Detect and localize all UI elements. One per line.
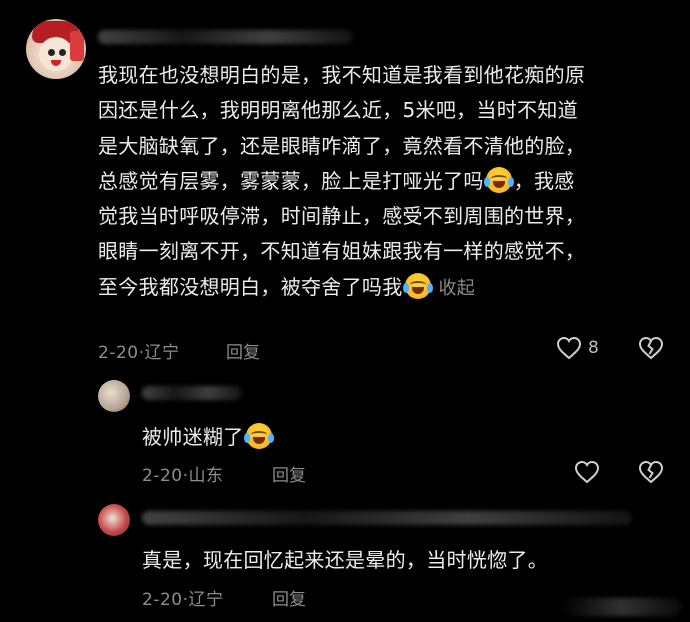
reply-name-blurred[interactable]: [142, 386, 242, 400]
reply-button[interactable]: 回复: [272, 461, 306, 486]
reply-text: 真是，现在回忆起来还是晕的，当时恍惚了。: [142, 548, 548, 572]
comment-line: 至今我都没想明白，被夺舍了吗我 收起: [98, 270, 668, 306]
comment-line: 是大脑缺氧了，还是眼睛咋滴了，竟然看不清他的脸，: [98, 133, 586, 158]
comment-segment: 总感觉有层雾，雾蒙蒙，脸上是打哑光了吗: [98, 168, 484, 193]
avatar-badge: [70, 31, 84, 61]
comment-line: 总感觉有层雾，雾蒙蒙，脸上是打哑光了吗 ，我感: [98, 164, 668, 199]
comment-segment: ，我感: [513, 168, 575, 193]
reply-button[interactable]: 回复: [272, 585, 306, 610]
comment-line: 觉我当时呼吸停滞，时间静止，感受不到周围的世界，: [98, 204, 586, 229]
like-count: 8: [588, 338, 599, 358]
watermark: [562, 598, 682, 616]
crying-laughing-emoji-icon: [483, 166, 514, 193]
broken-heart-icon[interactable]: [638, 460, 664, 484]
reply-name-blurred[interactable]: [142, 511, 632, 525]
reply-avatar[interactable]: [98, 504, 130, 536]
commenter-name-blurred[interactable]: [98, 30, 353, 44]
crying-laughing-emoji-icon: [243, 423, 274, 449]
collapse-button[interactable]: 收起: [439, 278, 476, 299]
avatar-eye: [48, 49, 55, 56]
comment-line: 眼睛一刻离不开，不知道有姐妹跟我有一样的感觉不，: [98, 239, 586, 264]
crying-laughing-emoji-icon: [402, 272, 433, 299]
reply-date-location: 2-20·山东: [142, 466, 224, 486]
broken-heart-icon[interactable]: [638, 336, 664, 360]
reply-avatar[interactable]: [98, 380, 130, 412]
commenter-avatar[interactable]: [26, 19, 86, 79]
reply-segment: 被帅迷糊了: [142, 425, 244, 449]
heart-outline-icon[interactable]: [574, 460, 600, 484]
avatar-eye: [59, 49, 66, 56]
comment-date-location: 2-20·辽宁: [98, 343, 180, 363]
reply-button[interactable]: 回复: [226, 338, 260, 363]
comment-line: 因还是什么，我明明离他那么近，5米吧，当时不知道: [98, 98, 578, 123]
reply-date-location: 2-20·辽宁: [142, 590, 224, 610]
main-comment-text: 我现在也没想明白的是，我不知道是我看到他花痴的原 因还是什么，我明明离他那么近，…: [98, 58, 668, 306]
comment-line: 我现在也没想明白的是，我不知道是我看到他花痴的原: [98, 63, 586, 87]
reply-text: 被帅迷糊了: [142, 421, 274, 450]
comment-segment: 至今我都没想明白，被夺舍了吗我: [98, 274, 403, 299]
heart-outline-icon[interactable]: [556, 336, 582, 360]
